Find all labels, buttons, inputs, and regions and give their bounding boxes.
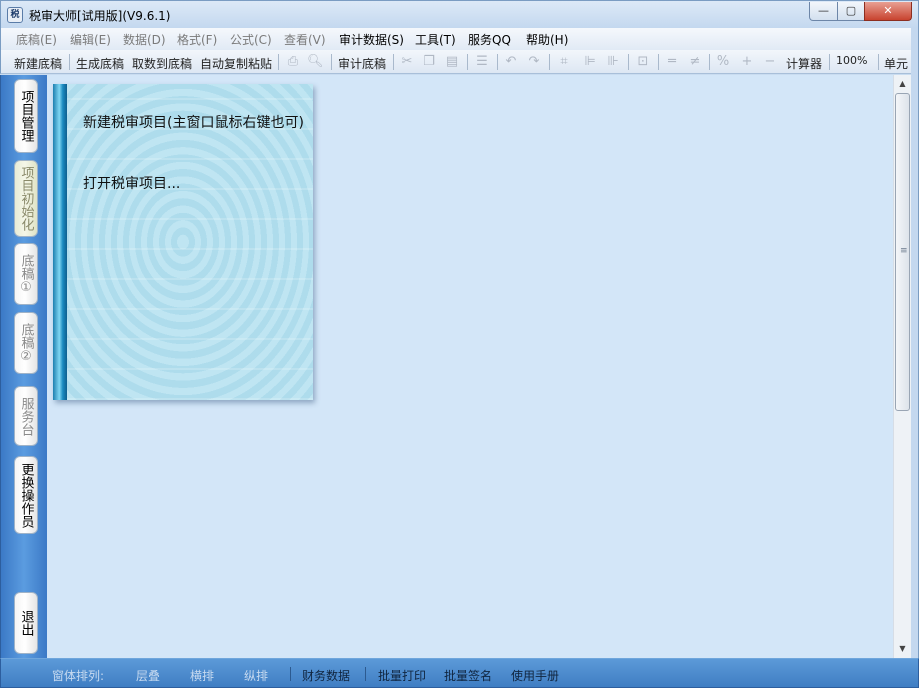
toolbar-separator: [467, 54, 468, 70]
status-bar: 窗体排列: 层叠 横排 纵排 财务数据 批量打印 批量签名 使用手册: [0, 658, 919, 688]
cut-icon[interactable]: ✂: [399, 54, 415, 70]
menu-format[interactable]: 格式(F): [177, 31, 217, 48]
menu-data[interactable]: 数据(D): [123, 31, 166, 48]
menu-bar: 底稿(E) 编辑(E) 数据(D) 格式(F) 公式(C) 查看(V) 审计数据…: [0, 28, 919, 50]
menu-audit-data[interactable]: 审计数据(S): [339, 31, 404, 48]
toolbar-separator: [829, 54, 830, 70]
exit-button[interactable]: 退出: [14, 592, 38, 654]
open-project-link[interactable]: 打开税审项目...: [83, 173, 180, 193]
app-icon: 税: [7, 7, 23, 23]
paste-icon[interactable]: ▤: [444, 54, 460, 70]
toolbar-separator: [331, 54, 332, 70]
generate-draft-button[interactable]: 生成底稿: [76, 55, 124, 72]
tile-horizontal-button[interactable]: 横排: [190, 667, 214, 684]
align-left-icon[interactable]: ⊫: [582, 54, 598, 70]
project-init-button[interactable]: 项目初始化: [14, 160, 38, 237]
project-card: 新建税审项目(主窗口鼠标右键也可) 打开税审项目...: [53, 84, 313, 400]
toolbar-separator: [709, 54, 710, 70]
side-panel: 项目管理 项目初始化 底稿① 底稿② 服务台 更换操作员 退出: [0, 75, 47, 658]
new-project-link[interactable]: 新建税审项目(主窗口鼠标右键也可): [83, 112, 304, 132]
toolbar: 新建底稿 生成底稿 取数到底稿 自动复制粘贴 ⎙ 🔍︎ 审计底稿 ✂ ❐ ▤ ☰…: [0, 50, 919, 82]
toolbar-separator: [278, 54, 279, 70]
change-operator-button[interactable]: 更换操作员: [14, 456, 38, 534]
scrollbar-thumb[interactable]: ≡: [895, 93, 910, 411]
draft2-button[interactable]: 底稿②: [14, 312, 38, 374]
project-manage-button[interactable]: 项目管理: [14, 79, 38, 153]
cascade-button[interactable]: 层叠: [136, 667, 160, 684]
menu-view[interactable]: 查看(V): [284, 31, 326, 48]
percent-icon[interactable]: %: [715, 54, 731, 70]
align-right-icon[interactable]: ⊪: [605, 54, 621, 70]
equal-icon[interactable]: ═: [664, 54, 680, 70]
toolbar-separator: [549, 54, 550, 70]
not-equal-icon[interactable]: ≠: [687, 54, 703, 70]
minus-icon[interactable]: −: [762, 54, 778, 70]
menu-draft[interactable]: 底稿(E): [16, 31, 57, 48]
toolbar-separator: [878, 54, 879, 70]
vertical-scrollbar[interactable]: ▲ ≡ ▼: [893, 75, 911, 658]
title-bar: 税 税审大师[试用版](V9.6.1) — ▢ ✕: [0, 0, 919, 28]
print-preview-icon[interactable]: 🔍︎: [307, 54, 324, 70]
batch-sign-button[interactable]: 批量签名: [444, 667, 492, 684]
tile-vertical-button[interactable]: 纵排: [244, 667, 268, 684]
menu-edit[interactable]: 编辑(E): [70, 31, 111, 48]
draft1-button[interactable]: 底稿①: [14, 243, 38, 305]
toolbar-separator: [69, 54, 70, 70]
grip-icon: ≡: [900, 246, 908, 256]
zoom-select[interactable]: 100% ▼: [834, 53, 876, 82]
crop-icon[interactable]: ⌗: [556, 54, 572, 70]
menu-help[interactable]: 帮助(H): [526, 31, 568, 48]
financial-data-button[interactable]: 财务数据: [302, 667, 350, 684]
menu-tools[interactable]: 工具(T): [415, 31, 456, 48]
service-desk-button[interactable]: 服务台: [14, 386, 38, 446]
close-button[interactable]: ✕: [864, 2, 912, 21]
batch-print-button[interactable]: 批量打印: [378, 667, 426, 684]
copy-icon[interactable]: ❐: [421, 54, 437, 70]
scroll-up-icon[interactable]: ▲: [894, 75, 911, 92]
fetch-to-draft-button[interactable]: 取数到底稿: [132, 55, 192, 72]
print-icon[interactable]: ⎙: [285, 54, 301, 70]
cell-button[interactable]: 单元: [884, 55, 908, 72]
new-draft-button[interactable]: 新建底稿: [14, 55, 62, 72]
minimize-button[interactable]: —: [809, 2, 838, 21]
card-spine: [53, 84, 67, 400]
audit-draft-button[interactable]: 审计底稿: [338, 55, 386, 72]
window-right-border: [911, 28, 919, 688]
plus-icon[interactable]: +: [739, 54, 755, 70]
maximize-button[interactable]: ▢: [837, 2, 865, 21]
list-icon[interactable]: ☰: [474, 54, 490, 70]
undo-icon[interactable]: ↶: [503, 54, 519, 70]
zoom-value: 100%: [836, 54, 868, 67]
frame-icon[interactable]: ⊡: [635, 54, 651, 70]
status-separator: [290, 667, 291, 681]
toolbar-separator: [658, 54, 659, 70]
manual-button[interactable]: 使用手册: [511, 667, 559, 684]
status-separator: [365, 667, 366, 681]
toolbar-separator: [393, 54, 394, 70]
toolbar-separator: [497, 54, 498, 70]
scroll-down-icon[interactable]: ▼: [894, 640, 911, 657]
calculator-button[interactable]: 计算器: [786, 55, 822, 72]
auto-copy-paste-button[interactable]: 自动复制粘贴: [200, 55, 272, 72]
window-title: 税审大师[试用版](V9.6.1): [29, 9, 171, 23]
menu-formula[interactable]: 公式(C): [230, 31, 272, 48]
redo-icon[interactable]: ↷: [526, 54, 542, 70]
arrange-label: 窗体排列:: [52, 669, 105, 683]
menu-service-qq[interactable]: 服务QQ: [468, 31, 511, 48]
toolbar-separator: [628, 54, 629, 70]
